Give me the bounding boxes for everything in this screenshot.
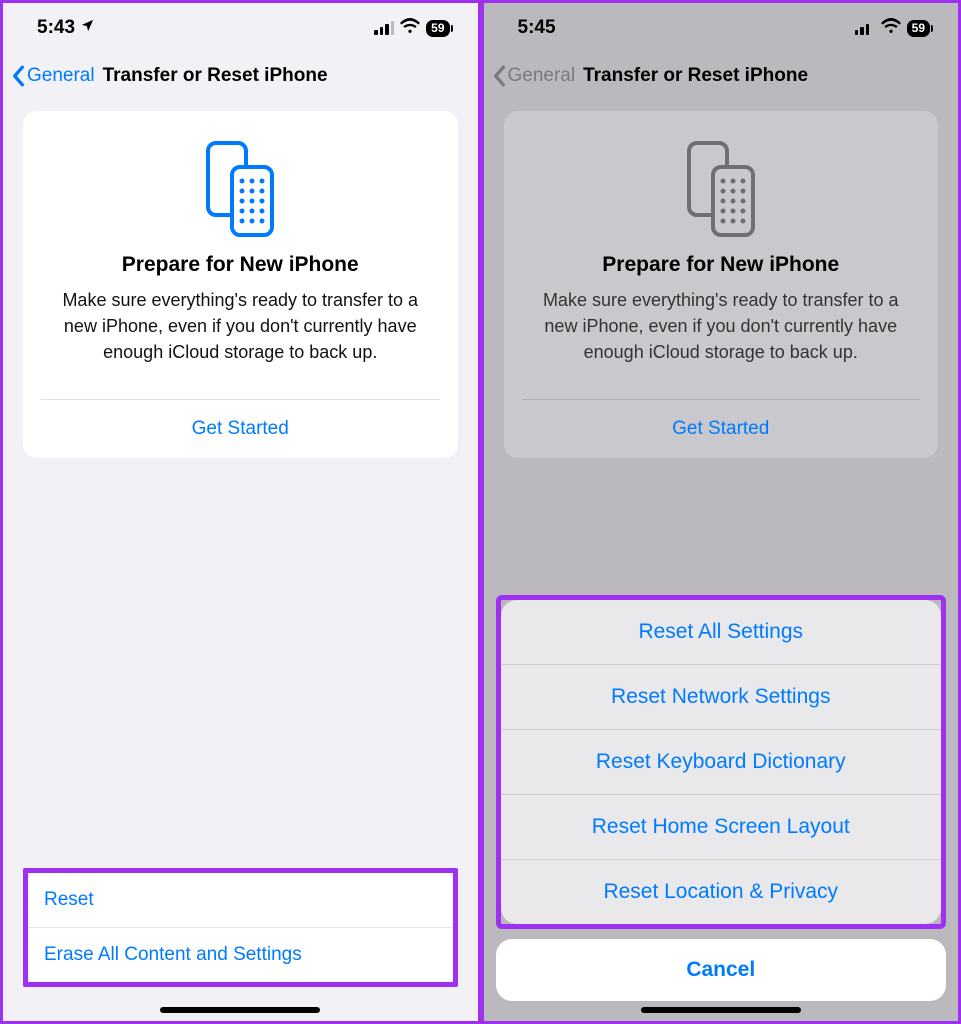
cellular-icon xyxy=(374,21,394,35)
status-time: 5:45 xyxy=(518,17,556,39)
status-bar: 5:43 59 xyxy=(3,3,478,53)
home-indicator[interactable] xyxy=(160,1007,320,1013)
chevron-left-icon xyxy=(11,65,25,87)
home-indicator[interactable] xyxy=(641,1007,801,1013)
cancel-button[interactable]: Cancel xyxy=(496,939,947,1001)
card-description: Make sure everything's ready to transfer… xyxy=(41,287,440,365)
reset-all-settings-button[interactable]: Reset All Settings xyxy=(501,600,942,665)
right-screenshot: 5:45 59 General Transfer or Reset iPhone xyxy=(481,0,961,1024)
prepare-card: Prepare for New iPhone Make sure everyth… xyxy=(23,111,458,458)
reset-home-screen-layout-button[interactable]: Reset Home Screen Layout xyxy=(501,795,942,860)
reset-network-settings-button[interactable]: Reset Network Settings xyxy=(501,665,942,730)
wifi-icon xyxy=(881,17,901,39)
get-started-button[interactable]: Get Started xyxy=(41,400,440,458)
action-sheet: Reset All Settings Reset Network Setting… xyxy=(496,595,947,1001)
reset-button[interactable]: Reset xyxy=(28,873,453,928)
card-description: Make sure everything's ready to transfer… xyxy=(522,287,921,365)
reset-location-privacy-button[interactable]: Reset Location & Privacy xyxy=(501,860,942,924)
card-title: Prepare for New iPhone xyxy=(41,253,440,277)
battery-icon: 59 xyxy=(426,20,449,37)
highlighted-region: Reset All Settings Reset Network Setting… xyxy=(496,595,947,929)
back-label: General xyxy=(508,65,576,87)
page-title: Transfer or Reset iPhone xyxy=(583,65,808,87)
chevron-left-icon xyxy=(492,65,506,87)
nav-bar: General Transfer or Reset iPhone xyxy=(3,53,478,99)
erase-all-button[interactable]: Erase All Content and Settings xyxy=(28,928,453,982)
phones-icon xyxy=(41,133,440,253)
reset-keyboard-dictionary-button[interactable]: Reset Keyboard Dictionary xyxy=(501,730,942,795)
back-label: General xyxy=(27,65,95,87)
back-button[interactable]: General xyxy=(492,65,576,87)
location-icon xyxy=(80,17,95,39)
back-button[interactable]: General xyxy=(11,65,95,87)
left-screenshot: 5:43 59 General Transfer or Reset iPhone xyxy=(0,0,481,1024)
status-bar: 5:45 59 xyxy=(484,3,959,53)
prepare-card: Prepare for New iPhone Make sure everyth… xyxy=(504,111,939,458)
highlighted-region: Reset Erase All Content and Settings xyxy=(23,868,458,987)
battery-icon: 59 xyxy=(907,20,930,37)
cellular-icon xyxy=(855,21,875,35)
wifi-icon xyxy=(400,17,420,39)
card-title: Prepare for New iPhone xyxy=(522,253,921,277)
page-title: Transfer or Reset iPhone xyxy=(103,65,328,87)
nav-bar: General Transfer or Reset iPhone xyxy=(484,53,959,99)
get-started-button[interactable]: Get Started xyxy=(522,400,921,458)
phones-icon xyxy=(522,133,921,253)
status-time: 5:43 xyxy=(37,17,75,39)
